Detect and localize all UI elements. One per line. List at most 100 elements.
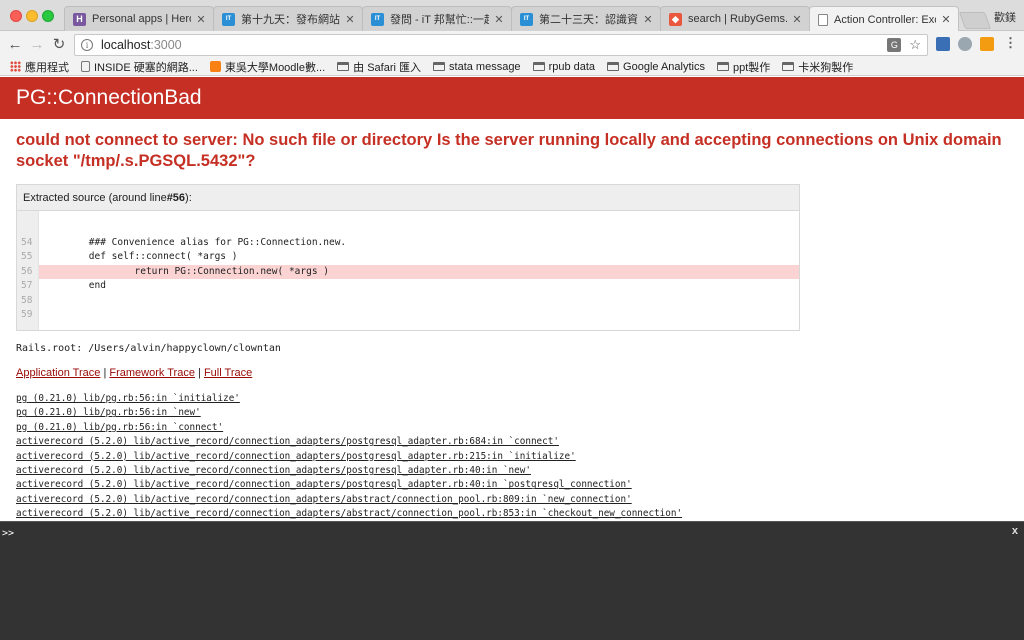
ithome-icon: IT — [222, 12, 235, 26]
code-line: 57 end — [17, 265, 799, 291]
code-line: 58 — [17, 279, 799, 306]
rails-root: Rails.root: /Users/alvin/happyclown/clow… — [16, 343, 281, 354]
profile-name[interactable]: 歡鎂 — [994, 9, 1016, 25]
code-line: 54 ### Convenience alias for PG::Connect… — [17, 221, 799, 248]
full-trace-link[interactable]: Full Trace — [204, 367, 252, 379]
bookmark-safari-import[interactable]: 由 Safari 匯入 — [337, 59, 421, 75]
tab-ithome-19[interactable]: IT 第十九天：發布網站到 Heroku ✕ — [213, 6, 363, 31]
trace-frame[interactable]: pg (0.21.0) lib/pg.rb:56:in `new' — [16, 406, 682, 420]
framework-trace-link[interactable]: Framework Trace — [109, 367, 195, 379]
tab-title: 第二十三天：認識資料庫 — [539, 14, 638, 26]
bookmark-moodle[interactable]: 東吳大學Moodle數... — [209, 59, 326, 75]
folder-icon — [782, 62, 795, 71]
heading-suffix: ): — [185, 191, 192, 204]
tab-close-icon[interactable]: ✕ — [493, 13, 505, 26]
extracted-source: Extracted source (around line #56): 54 #… — [16, 184, 800, 331]
trace-frame[interactable]: pg (0.21.0) lib/pg.rb:56:in `connect' — [16, 421, 682, 435]
reload-icon[interactable]: ↻ — [50, 35, 68, 53]
trace-frame[interactable]: activerecord (5.2.0) lib/active_record/c… — [16, 435, 682, 449]
bookmark-star-icon[interactable]: ☆ — [909, 37, 921, 53]
heading-prefix: Extracted source (around line — [23, 191, 167, 204]
new-tab-button[interactable] — [958, 12, 992, 29]
back-arrow-icon[interactable]: ← — [6, 35, 24, 53]
tab-title: search | RubyGems.org — [688, 13, 787, 25]
window-zoom-button[interactable] — [42, 10, 54, 22]
ithome-icon: IT — [371, 12, 384, 26]
trace-list: pg (0.21.0) lib/pg.rb:56:in `initialize'… — [16, 392, 682, 522]
bookmark-label: 由 Safari 匯入 — [353, 61, 422, 74]
window-close-button[interactable] — [10, 10, 22, 22]
page-title: PG::ConnectionBad — [16, 86, 202, 109]
separator: | — [103, 367, 107, 379]
tab-close-icon[interactable]: ✕ — [791, 13, 803, 26]
bookmark-stata[interactable]: stata message — [433, 61, 521, 73]
source-code: 54 ### Convenience alias for PG::Connect… — [17, 211, 799, 330]
rubygems-icon: ◆ — [669, 12, 682, 26]
address-port: :3000 — [150, 38, 182, 52]
trace-frame[interactable]: activerecord (5.2.0) lib/active_record/c… — [16, 450, 682, 464]
trace-frame[interactable]: activerecord (5.2.0) lib/active_record/c… — [16, 464, 682, 478]
tab-bar: H Personal apps | Heroku ✕ IT 第十九天：發布網站到… — [0, 0, 1024, 32]
bookmark-label: 卡米狗製作 — [798, 61, 854, 74]
bookmark-label: rpub data — [548, 60, 596, 73]
trace-frame[interactable]: activerecord (5.2.0) lib/active_record/c… — [16, 493, 682, 507]
bookmark-camigo[interactable]: 卡米狗製作 — [782, 59, 853, 75]
window-minimize-button[interactable] — [26, 10, 38, 22]
bookmark-label: 東吳大學Moodle數... — [224, 61, 326, 74]
trace-frame[interactable]: activerecord (5.2.0) lib/active_record/c… — [16, 507, 682, 521]
console-close-icon[interactable]: x — [1012, 525, 1018, 537]
tab-close-icon[interactable]: ✕ — [642, 13, 654, 26]
document-icon — [81, 61, 90, 72]
application-trace-link[interactable]: Application Trace — [16, 367, 100, 379]
code-line-highlighted: 56 return PG::Connection.new( *args ) — [17, 250, 799, 279]
trace-frame[interactable]: activerecord (5.2.0) lib/active_record/c… — [16, 478, 682, 492]
separator: | — [198, 367, 201, 379]
tab-close-icon[interactable]: ✕ — [344, 13, 356, 26]
tab-heroku[interactable]: H Personal apps | Heroku ✕ — [64, 6, 214, 31]
address-bar[interactable]: i localhost:3000 G ☆ — [74, 34, 928, 56]
web-console[interactable]: >> x — [0, 521, 1024, 640]
console-prompt[interactable]: >> — [2, 528, 14, 539]
bookmark-label: Google Analytics — [623, 60, 705, 73]
trace-links: Application Trace | Framework Trace | Fu… — [16, 367, 252, 379]
ithome-icon: IT — [520, 12, 533, 26]
bookmark-apps[interactable]: 應用程式 — [10, 59, 69, 75]
tab-close-icon[interactable]: ✕ — [940, 13, 952, 26]
heading-line-number: #56 — [166, 191, 186, 204]
browser-menu-icon[interactable]: ⋮ — [1004, 36, 1017, 49]
bookmark-label: stata message — [449, 60, 521, 73]
bookmark-inside[interactable]: INSIDE 硬塞的網路... — [81, 59, 198, 75]
bookmark-rpub[interactable]: rpub data — [532, 60, 596, 73]
folder-icon — [433, 62, 446, 71]
folder-icon — [532, 62, 545, 71]
page-icon — [818, 13, 828, 26]
line-number: 59 — [21, 309, 33, 320]
heroku-icon: H — [73, 12, 86, 26]
folder-icon — [337, 62, 350, 71]
bookmark-label: ppt製作 — [732, 61, 771, 74]
tab-ithome-ask[interactable]: IT 發問 - iT 邦幫忙::一起幫忙解決難題 ✕ — [362, 6, 512, 31]
tab-action-controller[interactable]: Action Controller: Exception caught ✕ — [809, 6, 959, 32]
tab-title: 發問 - iT 邦幫忙::一起幫忙解決難題 — [390, 14, 489, 26]
info-icon[interactable]: i — [81, 39, 93, 51]
extension-icon[interactable] — [936, 37, 950, 51]
translate-icon[interactable]: G — [887, 38, 902, 52]
tab-rubygems[interactable]: ◆ search | RubyGems.org ✕ — [660, 6, 810, 31]
folder-icon — [607, 62, 620, 71]
extension-icon[interactable] — [958, 37, 972, 51]
analytics-extension-icon[interactable] — [980, 37, 994, 51]
tab-title: Personal apps | Heroku — [92, 13, 191, 25]
code-line: 59 — [17, 294, 799, 320]
tab-close-icon[interactable]: ✕ — [195, 13, 207, 26]
trace-frame[interactable]: pg (0.21.0) lib/pg.rb:56:in `initialize' — [16, 392, 682, 406]
bookmark-label: 應用程式 — [25, 61, 69, 74]
bookmark-google-analytics[interactable]: Google Analytics — [607, 61, 705, 73]
tab-ithome-23[interactable]: IT 第二十三天：認識資料庫 ✕ — [511, 6, 661, 31]
address-host: localhost — [101, 38, 151, 52]
apps-grid-icon — [10, 61, 21, 72]
forward-arrow-icon[interactable]: → — [28, 35, 46, 53]
error-message: could not connect to server: No such fil… — [16, 131, 1002, 170]
extracted-source-heading: Extracted source (around line #56): — [17, 185, 799, 211]
bookmark-ppt[interactable]: ppt製作 — [716, 59, 771, 75]
bookmarks-bar: 應用程式 INSIDE 硬塞的網路... 東吳大學Moodle數... 由 Sa… — [0, 58, 1024, 76]
